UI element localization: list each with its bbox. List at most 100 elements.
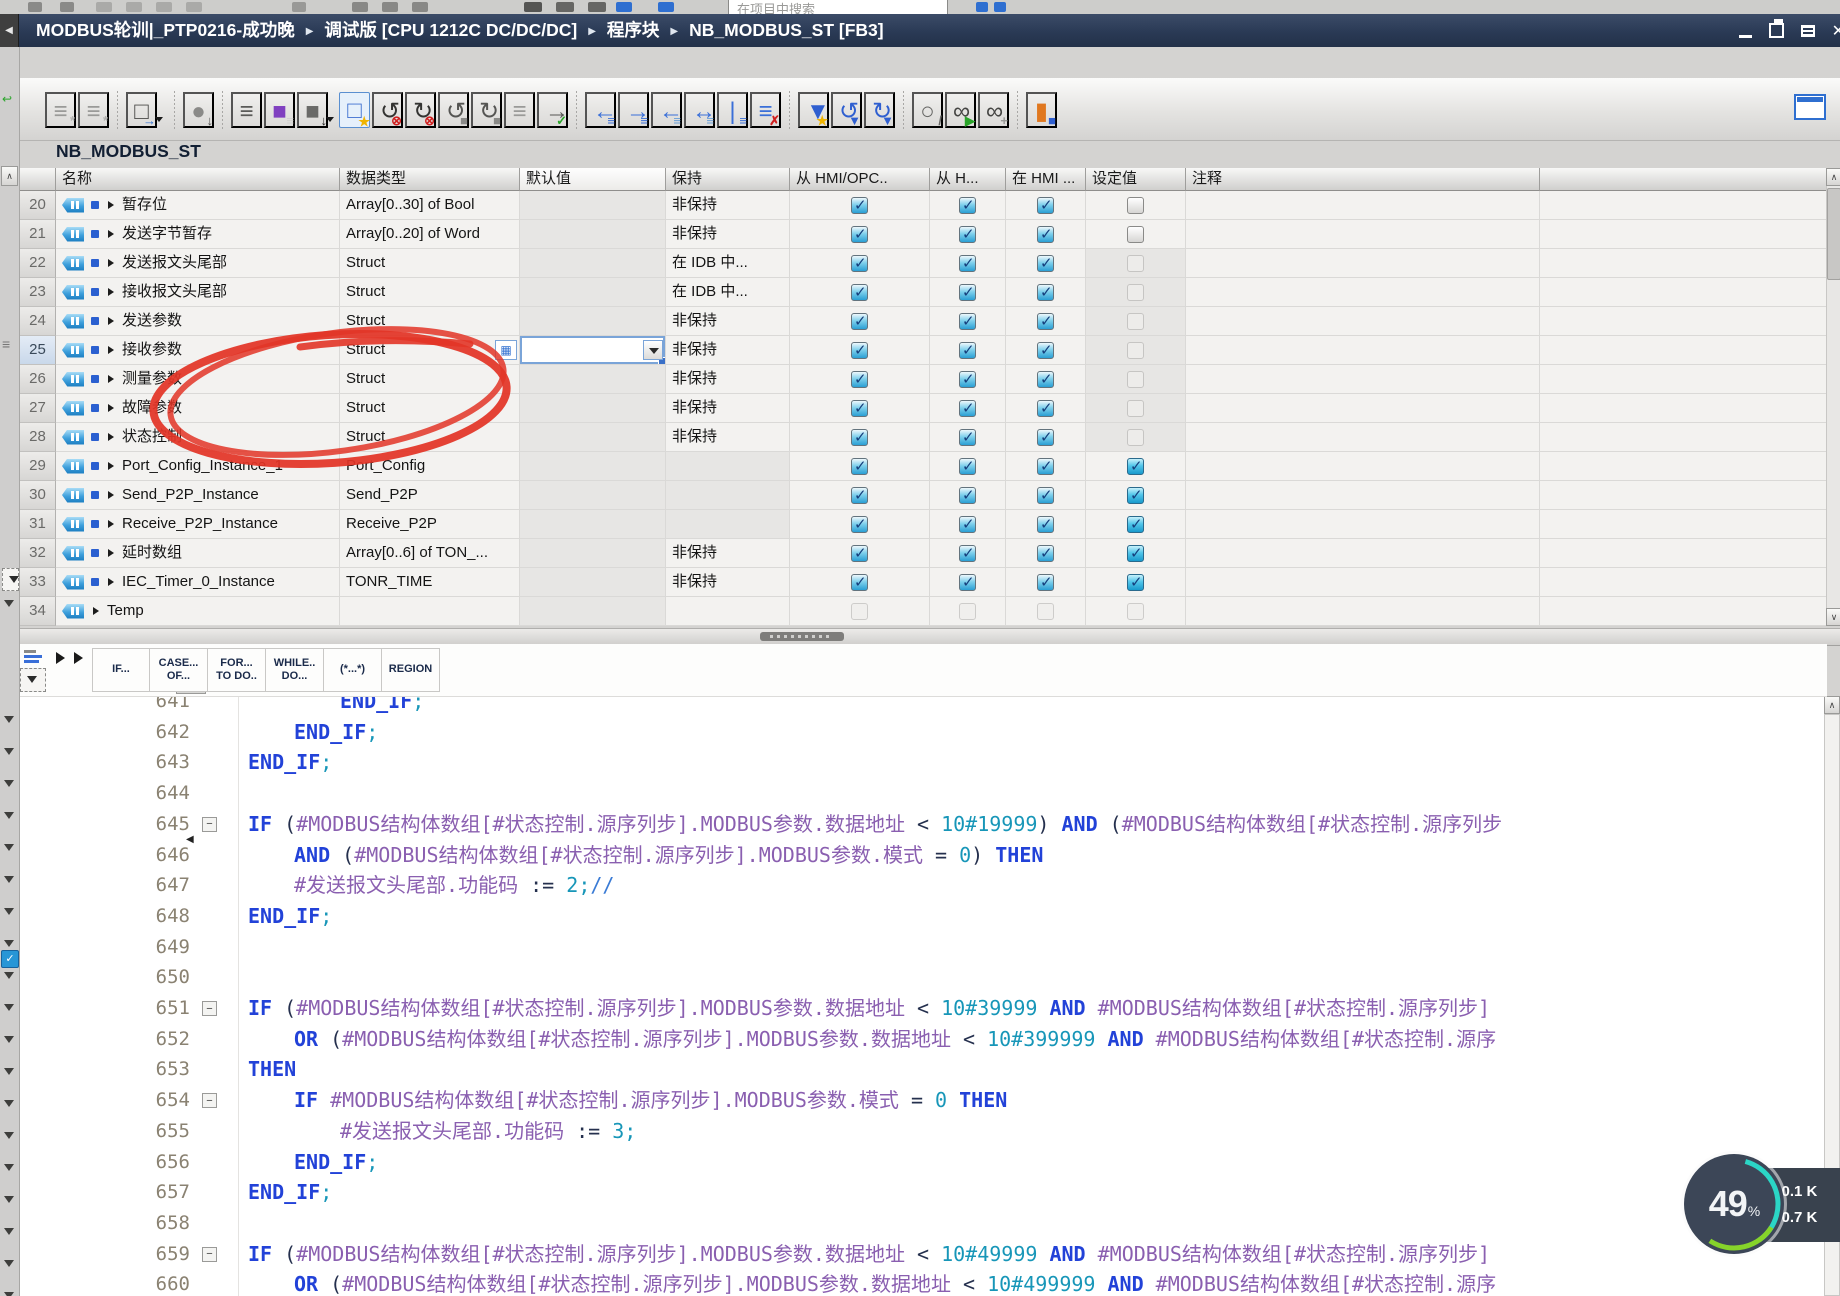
hmi-opc-checkbox[interactable] xyxy=(851,487,868,504)
setpoint-checkbox[interactable] xyxy=(1127,342,1144,359)
from-hmi-checkbox[interactable] xyxy=(959,516,976,533)
comment-cell[interactable] xyxy=(1186,510,1540,539)
from-hmi-checkbox[interactable] xyxy=(959,371,976,388)
retain-cell[interactable]: 非保持 xyxy=(666,394,790,423)
reset-actual-values-icon[interactable]: ↻⊗ xyxy=(405,92,436,128)
gutter-fold-arrow-icon[interactable] xyxy=(4,1036,14,1043)
name-cell[interactable]: Receive_P2P_Instance xyxy=(56,510,340,539)
from-hmi-checkbox[interactable] xyxy=(959,342,976,359)
default-value-cell[interactable] xyxy=(520,539,666,568)
expand-arrow-icon[interactable] xyxy=(108,404,114,412)
name-cell[interactable]: 发送参数 xyxy=(56,307,340,336)
default-value-cell[interactable] xyxy=(520,597,666,626)
row-number[interactable]: 30 xyxy=(20,481,56,510)
name-cell[interactable]: 测量参数 xyxy=(56,365,340,394)
hmi-opc-checkbox[interactable] xyxy=(851,371,868,388)
keep-actual-values-icon[interactable]: ●↓ xyxy=(183,92,214,128)
from-hmi-checkbox[interactable] xyxy=(959,226,976,243)
setpoint-checkbox[interactable] xyxy=(1127,284,1144,301)
from-hmi-checkbox[interactable] xyxy=(959,603,976,620)
hmi-opc-checkbox[interactable] xyxy=(851,458,868,475)
splitter-grip[interactable] xyxy=(760,632,844,641)
nav-forward-icon[interactable] xyxy=(56,652,65,664)
insert-row-icon[interactable]: ≡* xyxy=(45,92,76,128)
comment-cell[interactable] xyxy=(1186,307,1540,336)
hmi-opc-checkbox[interactable] xyxy=(851,313,868,330)
clipped-toolbar-icon[interactable] xyxy=(186,2,202,12)
in-hmi-checkbox[interactable] xyxy=(1037,458,1054,475)
back-chevron-icon[interactable]: ◀ xyxy=(0,14,19,47)
default-value-cell[interactable] xyxy=(520,394,666,423)
comment-cell[interactable] xyxy=(1186,481,1540,510)
retain-cell[interactable]: 非保持 xyxy=(666,307,790,336)
row-number[interactable]: 28 xyxy=(20,423,56,452)
in-hmi-checkbox[interactable] xyxy=(1037,516,1054,533)
monitor-on-icon[interactable]: ∞▶ xyxy=(945,92,976,128)
retain-cell[interactable] xyxy=(666,481,790,510)
outdent-icon[interactable]: ←≡ xyxy=(651,92,682,128)
in-hmi-checkbox[interactable] xyxy=(1037,284,1054,301)
hmi-opc-checkbox[interactable] xyxy=(851,545,868,562)
row-list-icon[interactable]: ≡ xyxy=(504,92,535,128)
add-row-icon[interactable]: □→ xyxy=(126,92,157,128)
clipped-toolbar-icon[interactable] xyxy=(28,2,42,12)
fold-toggle-icon[interactable]: − xyxy=(202,817,217,832)
setpoint-checkbox[interactable] xyxy=(1127,313,1144,330)
hmi-opc-checkbox[interactable] xyxy=(851,284,868,301)
setpoint-checkbox[interactable] xyxy=(1127,400,1144,417)
gutter-fold-arrow-icon[interactable] xyxy=(4,812,14,819)
snippet-button[interactable]: (*...*) xyxy=(324,648,382,692)
table-scroll-up-left-icon[interactable]: ∧ xyxy=(1,166,18,186)
hmi-opc-checkbox[interactable] xyxy=(851,400,868,417)
comment-cell[interactable] xyxy=(1186,278,1540,307)
upload-values-icon[interactable]: ↻■ xyxy=(471,92,502,128)
row-number[interactable]: 34 xyxy=(20,597,56,626)
table-scroll-thumb[interactable] xyxy=(1827,188,1840,280)
datatype-cell[interactable]: Send_P2P xyxy=(340,481,520,510)
expand-arrow-icon[interactable] xyxy=(108,375,114,383)
setpoint-checkbox[interactable] xyxy=(1127,371,1144,388)
scroll-left-marker-icon[interactable]: ◀ xyxy=(186,834,194,845)
comment-cell[interactable] xyxy=(1186,365,1540,394)
datatype-cell[interactable] xyxy=(340,597,520,626)
name-cell[interactable]: Send_P2P_Instance xyxy=(56,481,340,510)
row-number[interactable]: 32 xyxy=(20,539,56,568)
monitor-modify-icon[interactable]: ∞+ xyxy=(978,92,1009,128)
default-value-cell[interactable] xyxy=(520,510,666,539)
from-hmi-checkbox[interactable] xyxy=(959,313,976,330)
retain-cell[interactable] xyxy=(666,452,790,481)
from-hmi-checkbox[interactable] xyxy=(959,487,976,504)
clipped-toolbar-icon[interactable] xyxy=(382,2,398,12)
table-scroll-down-icon[interactable]: ∨ xyxy=(1826,608,1840,626)
code-scroll-up-icon[interactable]: ∧ xyxy=(1824,696,1840,714)
row-number[interactable]: 20 xyxy=(20,191,56,220)
name-cell[interactable]: Port_Config_Instance_1 xyxy=(56,452,340,481)
snippet-button[interactable]: WHILE.. DO... xyxy=(266,648,324,692)
minimize-icon[interactable] xyxy=(1739,35,1752,38)
setpoint-checkbox[interactable] xyxy=(1127,603,1144,620)
table-scroll-up-icon[interactable]: ∧ xyxy=(1826,168,1840,186)
comment-cell[interactable] xyxy=(1186,568,1540,597)
expand-members-icon[interactable]: ≡ xyxy=(231,92,262,128)
comment-cell[interactable] xyxy=(1186,394,1540,423)
from-hmi-checkbox[interactable] xyxy=(959,545,976,562)
setpoint-checkbox[interactable] xyxy=(1127,458,1144,475)
clipped-toolbar-icon[interactable] xyxy=(994,2,1006,12)
snippet-button[interactable]: REGION xyxy=(382,648,440,692)
clipped-toolbar-icon[interactable] xyxy=(556,2,574,12)
gutter-fold-arrow-icon[interactable] xyxy=(4,876,14,883)
clipped-toolbar-icon[interactable] xyxy=(126,2,142,12)
hmi-opc-checkbox[interactable] xyxy=(851,197,868,214)
compile-check-icon[interactable]: →✓ xyxy=(537,92,568,128)
clipped-toolbar-icon[interactable] xyxy=(658,2,674,12)
in-hmi-checkbox[interactable] xyxy=(1037,574,1054,591)
clipped-toolbar-icon[interactable] xyxy=(412,2,428,12)
gutter-fold-arrow-icon[interactable] xyxy=(4,1004,14,1011)
retain-cell[interactable]: 在 IDB 中... xyxy=(666,278,790,307)
retain-cell[interactable]: 非保持 xyxy=(666,365,790,394)
in-hmi-checkbox[interactable] xyxy=(1037,487,1054,504)
default-value-cell[interactable] xyxy=(520,307,666,336)
row-number[interactable]: 22 xyxy=(20,249,56,278)
comment-cell[interactable] xyxy=(1186,423,1540,452)
name-cell[interactable]: 状态控制 xyxy=(56,423,340,452)
